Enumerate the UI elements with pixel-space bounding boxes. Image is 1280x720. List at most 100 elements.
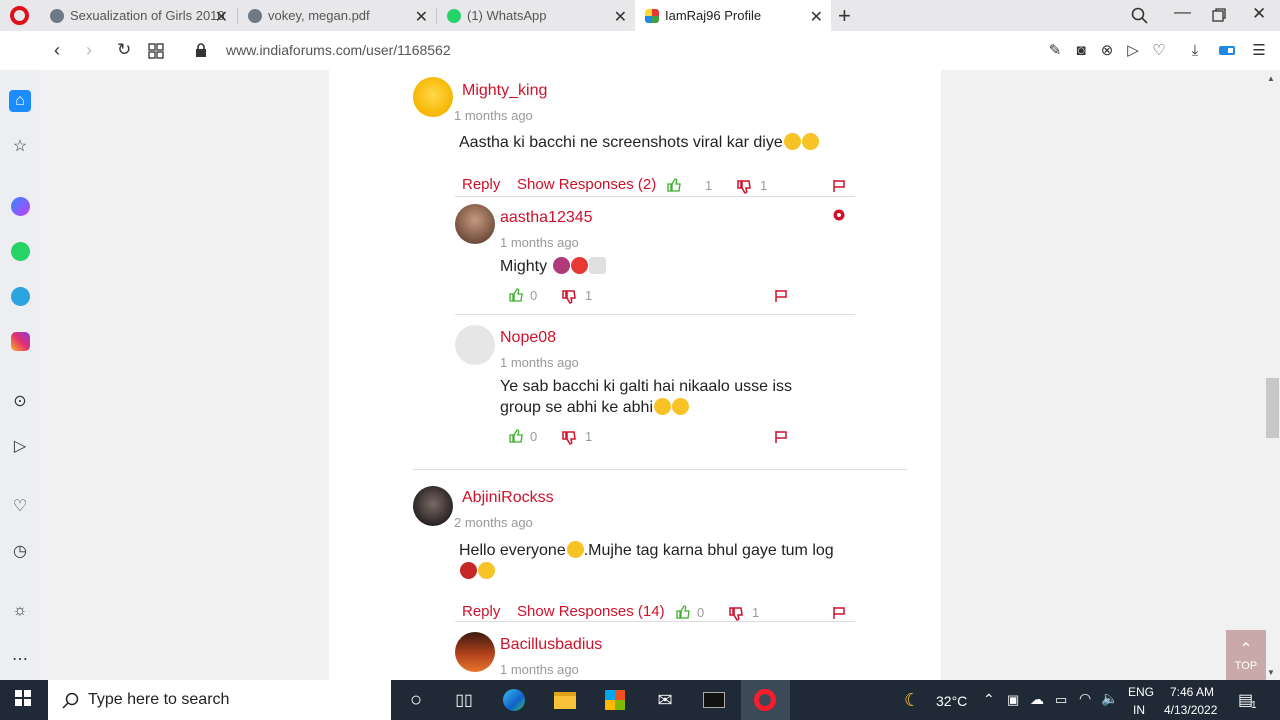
cortana-icon[interactable]: ○ [404, 688, 428, 712]
back-icon[interactable]: ‹ [54, 40, 60, 61]
language-line2[interactable]: IN [1133, 703, 1145, 717]
taskbar-search[interactable]: Type here to search [48, 680, 391, 720]
tips-icon[interactable]: ☼ [9, 600, 31, 622]
history-icon[interactable]: ◷ [9, 540, 31, 562]
more-icon[interactable]: ⋯ [9, 648, 31, 670]
easy-setup-icon[interactable]: ☰ [1250, 41, 1268, 59]
avatar[interactable] [413, 486, 453, 526]
reload-icon[interactable]: ↻ [117, 40, 131, 60]
avatar[interactable] [455, 325, 495, 365]
comment-author[interactable]: AbjiniRockss [462, 489, 554, 507]
report-flag-icon[interactable] [774, 430, 788, 444]
scrollbar-thumb[interactable] [1266, 378, 1279, 438]
onedrive-icon[interactable]: ☁ [1030, 691, 1044, 708]
close-tab-icon[interactable]: ✕ [810, 7, 823, 27]
reply-time: 1 months ago [500, 355, 579, 370]
reply-author[interactable]: aastha12345 [500, 209, 593, 227]
reply-button[interactable]: Reply [462, 603, 500, 620]
reply-author[interactable]: Nope08 [500, 329, 556, 347]
telegram-icon[interactable] [9, 285, 31, 307]
reply-button[interactable]: Reply [462, 176, 500, 193]
chevron-up-icon[interactable]: ⌃ [983, 691, 995, 708]
thumbs-up-icon[interactable] [676, 605, 690, 619]
flow-icon[interactable]: ▷ [9, 435, 31, 457]
task-view-icon[interactable]: ▯▯ [452, 688, 476, 712]
close-tab-icon[interactable]: ✕ [614, 7, 627, 27]
battery-icon[interactable]: ▭ [1055, 692, 1067, 708]
show-responses-button[interactable]: Show Responses (14) [517, 603, 665, 620]
heart-icon[interactable]: ♡ [1150, 41, 1168, 59]
tab-profile[interactable]: IamRaj96 Profile ✕ [635, 0, 831, 31]
meet-now-icon[interactable]: ▣ [1007, 692, 1019, 708]
report-flag-icon[interactable] [774, 289, 788, 303]
show-responses-button[interactable]: Show Responses (2) [517, 176, 656, 193]
scrollbar[interactable] [1265, 70, 1280, 680]
wifi-icon[interactable]: ◠ [1079, 690, 1091, 707]
pinboard-heart-icon[interactable]: ♡ [9, 495, 31, 517]
indiaforums-icon [645, 8, 659, 23]
lock-icon[interactable] [195, 43, 207, 58]
temperature[interactable]: 32°C [936, 693, 967, 709]
terminal-icon[interactable] [702, 688, 726, 712]
reply-author[interactable]: Bacillusbadius [500, 636, 602, 654]
edit-icon[interactable]: ✎ [1046, 41, 1064, 59]
mail-icon[interactable]: ✉ [653, 688, 677, 712]
battery-saver-icon[interactable] [1218, 41, 1236, 59]
settings-gear-icon[interactable] [833, 209, 845, 221]
back-to-top-button[interactable]: ⌃ TOP [1226, 630, 1266, 680]
messenger-icon[interactable] [9, 195, 31, 217]
comment-author[interactable]: Mighty_king [462, 82, 547, 100]
thumbs-up-icon[interactable] [667, 178, 681, 192]
report-flag-icon[interactable] [832, 179, 846, 193]
close-tab-icon[interactable]: ✕ [215, 7, 228, 27]
avatar[interactable] [413, 77, 453, 117]
minimize-icon[interactable]: — [1174, 2, 1191, 22]
clock-date[interactable]: 4/13/2022 [1164, 703, 1217, 717]
divider [455, 621, 855, 622]
tab-pdf[interactable]: vokey, megan.pdf ✕ [238, 0, 436, 31]
close-tab-icon[interactable]: ✕ [415, 7, 428, 27]
thumbs-down-icon[interactable] [562, 290, 576, 304]
adblock-icon[interactable]: ⊗ [1098, 41, 1116, 59]
report-flag-icon[interactable] [832, 606, 846, 620]
url-field[interactable]: www.indiaforums.com/user/1168562 [226, 42, 451, 58]
new-tab-button[interactable]: + [838, 3, 851, 29]
thumbs-up-icon[interactable] [509, 429, 523, 443]
emoji-icon [460, 562, 477, 579]
tab-sexualization[interactable]: Sexualization of Girls 2010 ✕ [40, 0, 236, 31]
close-window-icon[interactable]: ✕ [1252, 4, 1266, 24]
clock-time[interactable]: 7:46 AM [1170, 685, 1214, 699]
send-icon[interactable]: ▷ [1124, 41, 1142, 59]
speed-dial-icon[interactable] [148, 43, 164, 59]
notification-count: 1 [1251, 700, 1257, 711]
player-icon[interactable]: ⊙ [9, 390, 31, 412]
bookmarks-icon[interactable]: ☆ [9, 135, 31, 157]
volume-icon[interactable]: 🔈 [1101, 690, 1118, 707]
instagram-icon[interactable] [9, 330, 31, 352]
windows-start-icon[interactable] [13, 688, 37, 712]
language-line1[interactable]: ENG [1128, 685, 1154, 699]
whatsapp-icon[interactable] [9, 240, 31, 262]
edge-icon[interactable] [502, 688, 526, 712]
home-icon[interactable]: ⌂ [9, 90, 31, 112]
opera-menu-icon[interactable] [10, 6, 29, 25]
thumbs-up-icon[interactable] [509, 288, 523, 302]
thumbs-down-icon[interactable] [562, 431, 576, 445]
weather-icon[interactable]: ☾ [904, 690, 920, 711]
thumbs-down-icon[interactable] [729, 607, 743, 621]
download-icon[interactable]: ⤓ [1186, 41, 1204, 59]
scroll-down-icon[interactable]: ▼ [1267, 668, 1275, 677]
emoji-icon [552, 257, 570, 274]
restore-icon[interactable] [1212, 8, 1226, 22]
scroll-up-icon[interactable]: ▲ [1267, 74, 1275, 83]
avatar[interactable] [455, 204, 495, 244]
file-explorer-icon[interactable] [553, 688, 577, 712]
tab-whatsapp[interactable]: (1) WhatsApp ✕ [437, 0, 635, 31]
opera-icon[interactable] [753, 688, 777, 712]
forward-icon[interactable]: › [86, 40, 92, 61]
thumbs-down-icon[interactable] [737, 180, 751, 194]
snapshot-icon[interactable]: ◙ [1072, 41, 1090, 59]
store-icon[interactable] [603, 688, 627, 712]
tab-search-icon[interactable] [1131, 7, 1148, 24]
avatar[interactable] [455, 632, 495, 672]
